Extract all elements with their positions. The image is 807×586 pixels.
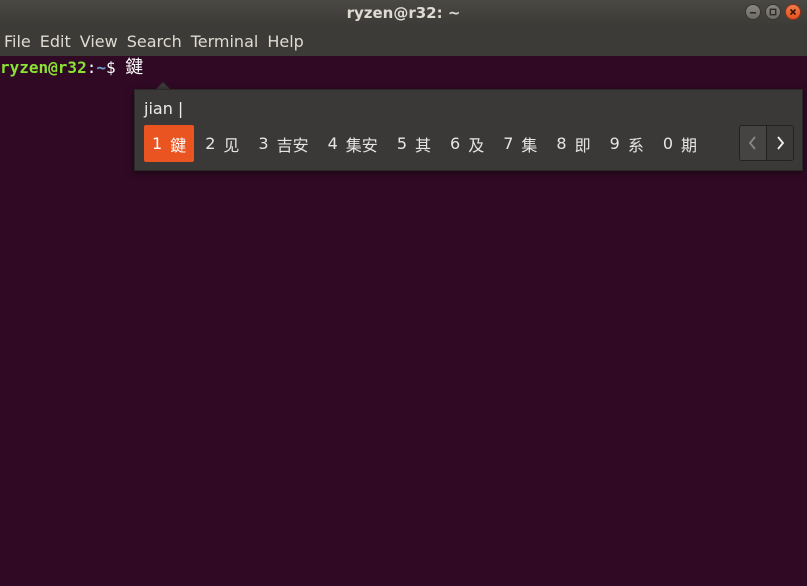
candidate-text: 系: [627, 135, 644, 155]
candidate-number: 9: [609, 134, 620, 153]
prompt-input: 鍵: [125, 57, 144, 78]
minimize-button[interactable]: [745, 4, 761, 20]
maximize-button[interactable]: [765, 4, 781, 20]
candidate-number: 6: [450, 134, 461, 153]
candidate-text: 及: [468, 135, 485, 155]
close-icon: [789, 8, 797, 16]
prompt-separator: :: [86, 58, 97, 77]
candidate-number: 8: [556, 134, 567, 153]
ime-candidate-popup: jian | 1鍵 2见 3 吉安 4 集安 5其 6及 7集 8即 9系 0期: [134, 89, 803, 171]
candidate-text: 其: [415, 135, 432, 155]
chevron-left-icon: [748, 136, 756, 150]
ime-candidate-6[interactable]: 6及: [442, 125, 492, 162]
candidate-number: 7: [503, 134, 514, 153]
ime-candidate-list: 1鍵 2见 3 吉安 4 集安 5其 6及 7集 8即 9系 0期: [144, 125, 708, 162]
menu-bar: File Edit View Search Terminal Help: [0, 28, 807, 56]
menu-terminal[interactable]: Terminal: [187, 28, 264, 56]
candidate-text: 即: [574, 135, 591, 155]
menu-edit[interactable]: Edit: [36, 28, 76, 56]
ime-candidate-0[interactable]: 0期: [655, 125, 705, 162]
minimize-icon: [750, 12, 756, 14]
candidate-text: 期: [681, 135, 698, 155]
window-controls: [745, 4, 801, 20]
ime-candidate-1[interactable]: 1鍵: [144, 125, 195, 162]
prompt-line: ryzen@r32:~$ 鍵: [0, 57, 143, 79]
ime-candidate-8[interactable]: 8即: [548, 125, 598, 162]
candidate-number: 5: [396, 134, 407, 153]
window-title: ryzen@r32: ~: [346, 4, 461, 22]
menu-search[interactable]: Search: [123, 28, 187, 56]
ime-preedit: jian |: [144, 99, 184, 118]
candidate-text: 集: [521, 135, 538, 155]
ime-prev-page-button[interactable]: [740, 126, 766, 160]
prompt-path: ~: [96, 58, 106, 77]
ime-next-page-button[interactable]: [766, 126, 793, 160]
ime-candidate-7[interactable]: 7集: [495, 125, 545, 162]
ime-candidate-3[interactable]: 3 吉安: [250, 125, 316, 162]
maximize-icon: [769, 8, 777, 16]
candidate-number: 0: [662, 134, 674, 153]
candidate-number: 4: [327, 134, 338, 153]
ime-candidate-9[interactable]: 9系: [602, 125, 652, 162]
candidate-text: 吉安: [276, 135, 309, 155]
candidate-text: 见: [223, 135, 240, 155]
candidate-text: 集安: [345, 135, 378, 155]
menu-file[interactable]: File: [0, 28, 36, 56]
chevron-right-icon: [777, 136, 785, 150]
ime-candidate-4[interactable]: 4 集安: [320, 125, 386, 162]
candidate-text: 鍵: [170, 135, 187, 155]
close-button[interactable]: [785, 4, 801, 20]
window-titlebar[interactable]: ryzen@r32: ~: [0, 0, 807, 28]
candidate-number: 1: [152, 134, 163, 153]
candidate-number: 3: [258, 134, 269, 153]
candidate-number: 2: [205, 134, 216, 153]
ime-candidate-2[interactable]: 2见: [197, 125, 247, 162]
menu-help[interactable]: Help: [263, 28, 308, 56]
menu-view[interactable]: View: [76, 28, 123, 56]
prompt-user-host: ryzen@r32: [0, 58, 87, 77]
ime-pager: [739, 125, 794, 161]
prompt-char: $: [105, 58, 126, 77]
ime-candidate-5[interactable]: 5其: [389, 125, 439, 162]
